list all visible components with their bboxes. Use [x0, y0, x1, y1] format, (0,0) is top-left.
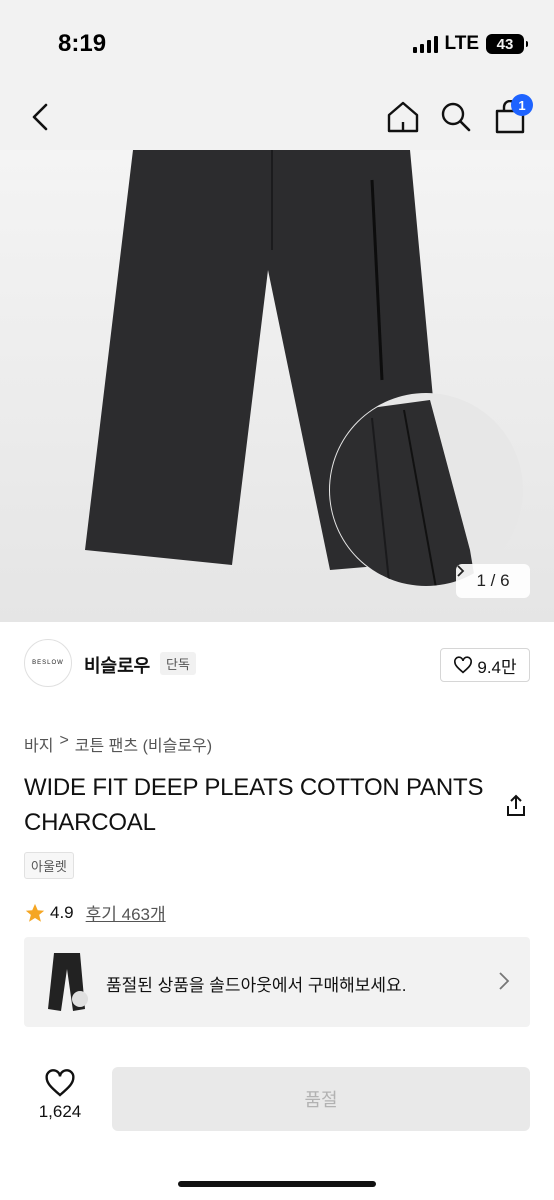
product-title: WIDE FIT DEEP PLEATS COTTON PANTS CHARCO…	[24, 774, 484, 836]
search-button[interactable]	[433, 94, 479, 140]
chevron-left-icon	[32, 103, 48, 131]
signal-icon	[412, 35, 438, 53]
brand-like-button[interactable]: 9.4만	[440, 648, 530, 682]
breadcrumb-subcategory[interactable]: 코튼 팬츠 (비슬로우)	[75, 732, 212, 756]
heart-icon	[454, 656, 473, 674]
chevron-right-icon	[457, 565, 465, 577]
pants-illustration	[85, 150, 523, 587]
search-icon	[441, 102, 471, 132]
soldout-banner[interactable]: 품절된 상품을 솔드아웃에서 구매해보세요.	[24, 937, 530, 1027]
back-button[interactable]	[18, 94, 64, 140]
bottom-action-bar: 1,624 품절	[0, 1050, 554, 1200]
soldout-buy-button[interactable]: 품절	[112, 1067, 530, 1131]
share-icon	[507, 794, 525, 816]
chevron-right-icon	[499, 972, 510, 990]
breadcrumb-separator: >	[59, 732, 69, 749]
network-label: LTE	[444, 33, 479, 54]
exclusive-tag: 단독	[160, 652, 196, 675]
breadcrumb: 바지 > 코튼 팬츠 (비슬로우)	[24, 732, 212, 756]
brand-like-count: 9.4만	[477, 657, 517, 677]
home-indicator	[178, 1181, 376, 1187]
outlet-tag: 아울렛	[24, 852, 74, 879]
status-time: 8:19	[58, 30, 107, 57]
cart-count-badge: 1	[511, 94, 533, 116]
wishlist-button[interactable]: 1,624	[30, 1068, 90, 1128]
battery-icon: 43	[486, 34, 528, 54]
brand-name[interactable]: 비슬로우	[84, 652, 150, 678]
cart-button[interactable]: 1	[487, 94, 533, 140]
heart-icon	[45, 1069, 75, 1097]
brand-row: BESLOW 비슬로우 단독 9.4만	[24, 638, 530, 690]
soldout-banner-text: 품절된 상품을 솔드아웃에서 구매해보세요.	[106, 976, 407, 995]
nav-bar: 1	[0, 86, 554, 150]
home-icon	[387, 101, 419, 133]
status-indicators: LTE 43	[412, 33, 528, 55]
image-counter-label: 1 / 6	[476, 571, 510, 590]
rating-score: 4.9	[50, 902, 74, 922]
review-link[interactable]: 후기 463개	[86, 900, 166, 925]
breadcrumb-category[interactable]: 바지	[24, 732, 53, 756]
product-image[interactable]: 1 / 6	[0, 150, 554, 622]
star-icon	[25, 903, 45, 922]
brand-logo[interactable]: BESLOW	[24, 639, 72, 687]
wishlist-count: 1,624	[38, 1102, 82, 1121]
image-counter[interactable]: 1 / 6	[456, 564, 530, 598]
status-bar: 8:19 LTE 43	[0, 0, 554, 86]
rating-row: 4.9 후기 463개	[24, 900, 166, 925]
share-button[interactable]	[502, 792, 530, 820]
banner-product-thumbnail	[48, 953, 88, 1011]
home-button[interactable]	[380, 94, 426, 140]
